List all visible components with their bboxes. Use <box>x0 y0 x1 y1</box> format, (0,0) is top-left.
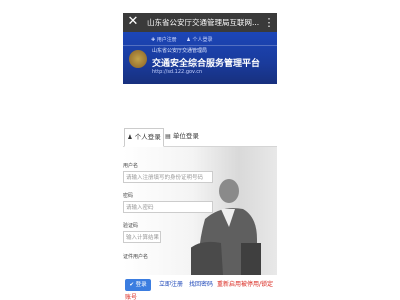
banner-url: http://sd.122.gov.cn <box>152 69 203 75</box>
cert-username-label: 证件用户名 <box>123 254 149 260</box>
more-vertical-icon[interactable]: ⋮ <box>263 13 275 32</box>
banner-divider <box>123 45 277 46</box>
username-label: 用户名 <box>123 163 139 169</box>
reactivate-account-link[interactable]: 重新启用被停用/锁定 <box>217 279 273 291</box>
recover-password-link[interactable]: 找回密码 <box>189 279 213 291</box>
police-emblem-icon <box>129 50 147 68</box>
login-tabs: ♟ 个人登录 ▤ 单位登录 <box>123 126 277 147</box>
user-icon: ♟ <box>127 134 133 141</box>
user-register-link[interactable]: ✚ 用户注册 <box>151 37 177 43</box>
banner-title: 交通安全综合服务管理平台 <box>152 59 261 69</box>
background-person-image <box>191 179 261 275</box>
blank-area <box>123 84 277 125</box>
tab-personal-login-label: 个人登录 <box>134 133 161 141</box>
banner-links: ✚ 用户注册 ♟ 个人登录 <box>151 35 220 45</box>
building-icon: ▤ <box>165 133 171 140</box>
banner-org-name: 山东省公安厅交通管理局 <box>152 48 208 54</box>
mobile-page: ✕ 山东省公安厅交通管理局互联网... ⋮ ✚ 用户注册 ♟ 个人登录 山东省公… <box>123 13 277 300</box>
register-now-link[interactable]: 立即注册 <box>159 279 183 291</box>
username-input[interactable]: 请输入注册填写的身份证明号码 <box>123 171 213 183</box>
personal-login-link[interactable]: ♟ 个人登录 <box>186 37 212 43</box>
browser-topbar: ✕ 山东省公安厅交通管理局互联网... ⋮ <box>123 13 277 32</box>
tab-personal-login[interactable]: ♟ 个人登录 <box>124 128 164 147</box>
reactivate-overflow-text: 账号 <box>125 294 138 300</box>
captcha-input[interactable]: 输入计算结果 <box>123 231 161 243</box>
tab-company-login[interactable]: ▤ 单位登录 <box>164 128 200 145</box>
login-button[interactable]: ✔ 登录 <box>125 279 151 291</box>
page-title: 山东省公安厅交通管理局互联网... <box>147 18 259 27</box>
password-label: 密码 <box>123 193 134 199</box>
login-form: 用户名 请输入注册填写的身份证明号码 密码 请输入密码 验证码 输入计算结果 证… <box>123 147 277 275</box>
site-banner: ✚ 用户注册 ♟ 个人登录 山东省公安厅交通管理局 交通安全综合服务管理平台 h… <box>123 32 277 84</box>
tab-company-login-label: 单位登录 <box>172 132 199 140</box>
close-icon[interactable]: ✕ <box>126 14 140 30</box>
captcha-label: 验证码 <box>123 223 139 229</box>
form-actions: ✔ 登录 立即注册 找回密码 重新启用被停用/锁定 账号 <box>123 275 277 300</box>
password-input[interactable]: 请输入密码 <box>123 201 213 213</box>
